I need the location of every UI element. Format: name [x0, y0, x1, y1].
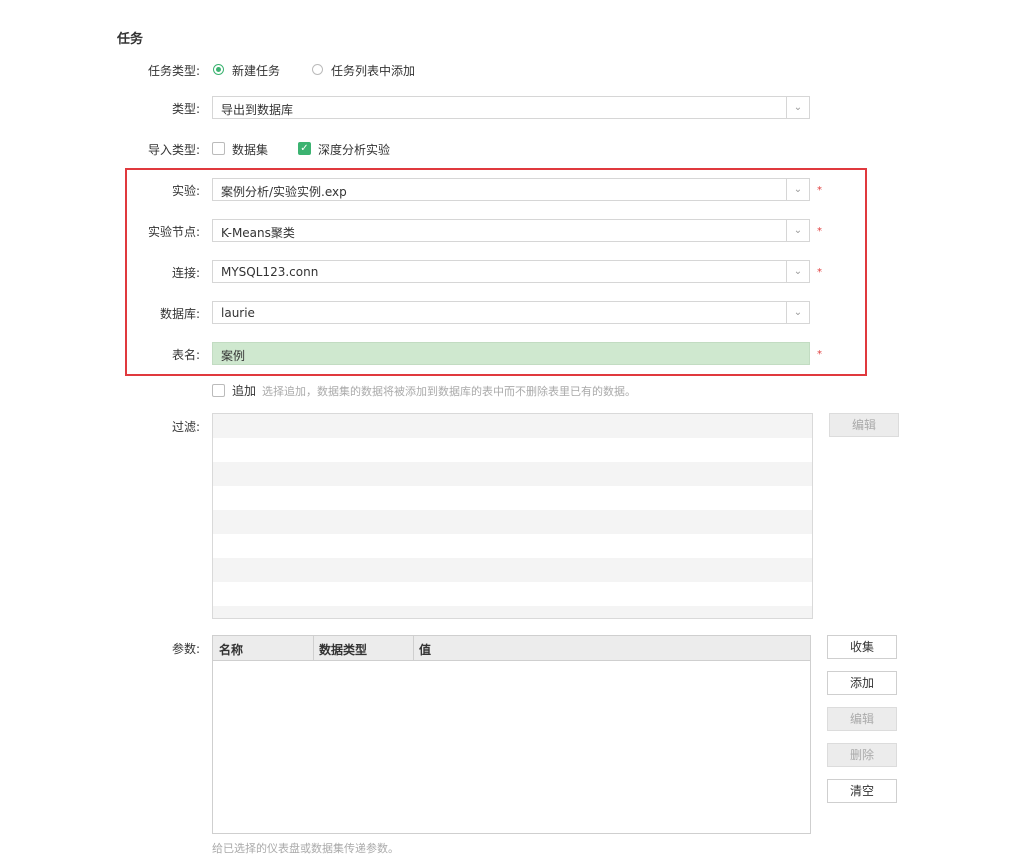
column-divider[interactable]	[413, 636, 414, 660]
clear-button[interactable]: 清空	[827, 779, 897, 803]
filter-area[interactable]	[212, 413, 813, 619]
experiment-select-value: 案例分析/实验实例.exp	[221, 185, 347, 199]
experiment-node-select-value: K-Means聚类	[221, 226, 295, 240]
chevron-down-icon[interactable]: ⌄	[786, 97, 809, 118]
edit-button[interactable]: 编辑	[827, 707, 897, 731]
connection-select-value: MYSQL123.conn	[221, 265, 319, 279]
radio-new-task-label[interactable]: 新建任务	[232, 62, 280, 79]
type-select[interactable]: 导出到数据库 ⌄	[212, 96, 810, 119]
filter-row	[213, 462, 812, 486]
import-type-label: 导入类型:	[147, 143, 200, 157]
column-divider[interactable]	[313, 636, 314, 660]
type-select-value: 导出到数据库	[221, 103, 294, 117]
append-hint: 选择追加，数据集的数据将被添加到数据库的表中而不删除表里已有的数据。	[262, 385, 636, 398]
task-type-label: 任务类型:	[147, 64, 200, 78]
checkbox-deep-analysis-label[interactable]: 深度分析实验	[318, 141, 390, 158]
required-mark: *	[817, 226, 822, 237]
chevron-down-icon[interactable]: ⌄	[786, 302, 809, 323]
column-header-type[interactable]: 数据类型	[319, 641, 367, 658]
radio-add-to-list-label[interactable]: 任务列表中添加	[331, 62, 415, 79]
radio-new-task[interactable]	[213, 64, 224, 75]
check-icon: ✓	[300, 143, 309, 154]
required-mark: *	[817, 185, 822, 196]
chevron-down-icon[interactable]: ⌄	[786, 179, 809, 200]
experiment-label: 实验:	[171, 184, 200, 198]
params-table-header: 名称 数据类型 值	[213, 636, 810, 661]
chevron-down-icon[interactable]: ⌄	[786, 220, 809, 241]
required-mark: *	[817, 267, 822, 278]
checkbox-deep-analysis[interactable]: ✓	[298, 142, 311, 155]
database-select[interactable]: laurie ⌄	[212, 301, 810, 324]
database-label: 数据库:	[159, 307, 200, 321]
filter-row	[213, 510, 812, 534]
delete-button[interactable]: 删除	[827, 743, 897, 767]
filter-label: 过滤:	[171, 420, 200, 434]
filter-row	[213, 414, 812, 438]
add-button[interactable]: 添加	[827, 671, 897, 695]
connection-select[interactable]: MYSQL123.conn ⌄	[212, 260, 810, 283]
table-name-label: 表名:	[171, 348, 200, 362]
params-label: 参数:	[171, 642, 200, 656]
experiment-node-select[interactable]: K-Means聚类 ⌄	[212, 219, 810, 242]
filter-row	[213, 606, 812, 618]
checkbox-dataset-label[interactable]: 数据集	[232, 141, 268, 158]
filter-edit-button[interactable]: 编辑	[829, 413, 899, 437]
checkbox-append[interactable]	[212, 384, 225, 397]
params-hint: 给已选择的仪表盘或数据集传递参数。	[212, 842, 399, 855]
collect-button[interactable]: 收集	[827, 635, 897, 659]
experiment-node-label: 实验节点:	[147, 225, 200, 239]
params-table[interactable]: 名称 数据类型 值	[212, 635, 811, 834]
table-name-value: 案例	[221, 349, 246, 363]
radio-add-to-list[interactable]	[312, 64, 323, 75]
column-header-value[interactable]: 值	[419, 641, 431, 658]
type-label: 类型:	[171, 102, 200, 116]
chevron-down-icon[interactable]: ⌄	[786, 261, 809, 282]
required-mark: *	[817, 349, 822, 360]
section-title: 任务	[117, 32, 144, 47]
column-header-name[interactable]: 名称	[219, 641, 243, 658]
connection-label: 连接:	[171, 266, 200, 280]
table-name-input[interactable]: 案例	[212, 342, 810, 365]
filter-row	[213, 558, 812, 582]
checkbox-dataset[interactable]	[212, 142, 225, 155]
database-select-value: laurie	[221, 306, 255, 320]
experiment-select[interactable]: 案例分析/实验实例.exp ⌄	[212, 178, 810, 201]
checkbox-append-label[interactable]: 追加	[232, 382, 256, 399]
